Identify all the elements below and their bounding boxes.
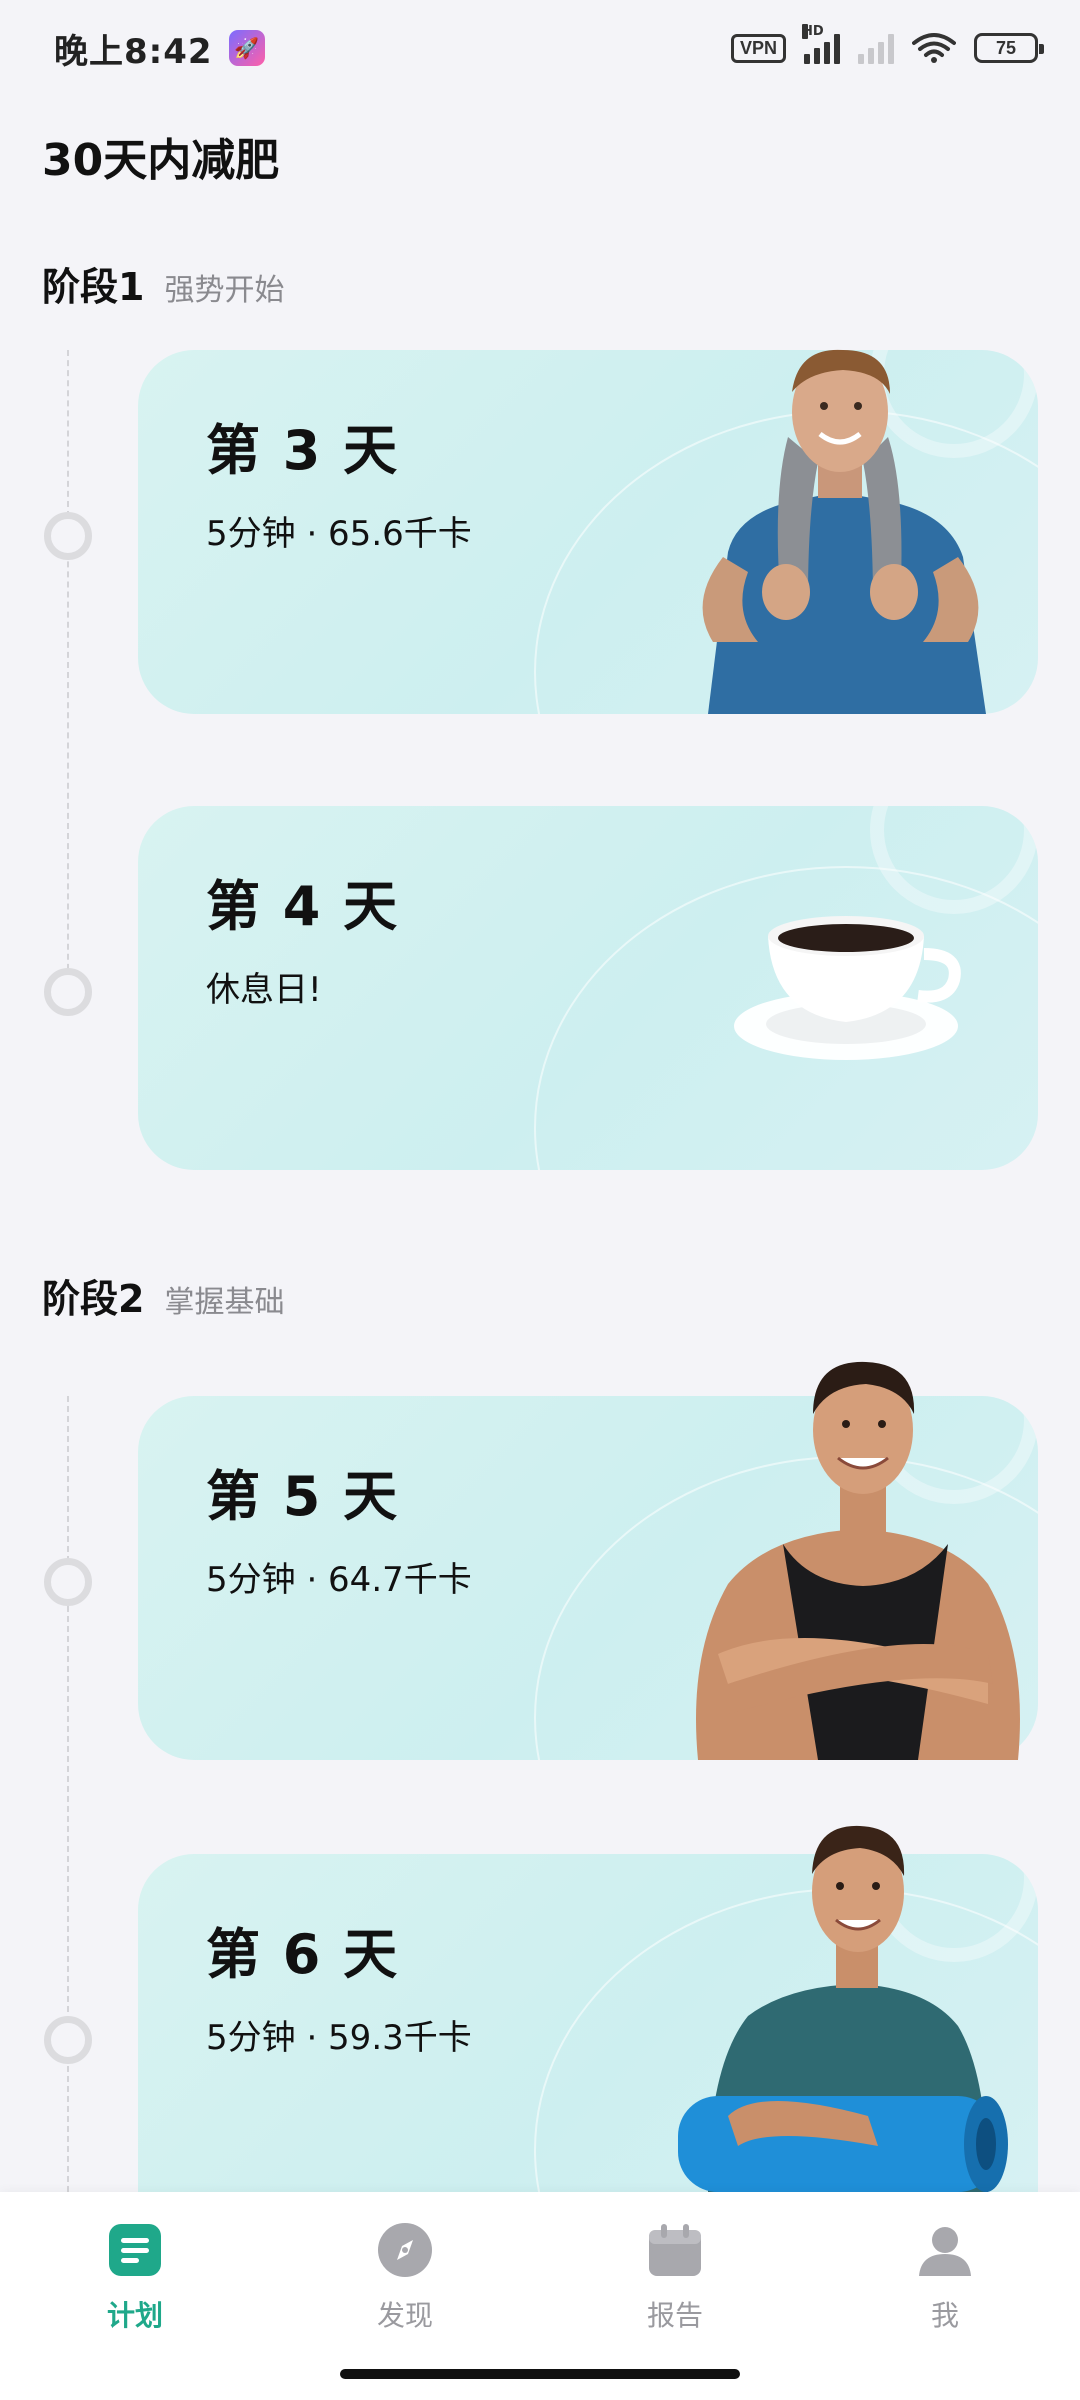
nav-label: 发现	[376, 2299, 433, 2332]
status-time: 晚上8:42	[54, 31, 213, 72]
wifi-icon	[912, 33, 956, 63]
day-title: 第 5 天	[206, 1465, 400, 1528]
day-card-6[interactable]: 第 6 天 5分钟 · 59.3千卡	[138, 1825, 1038, 2192]
nav-tab-plan[interactable]: 计划	[65, 2220, 205, 2334]
nav-label: 计划	[106, 2299, 163, 2332]
day-card-5[interactable]: 第 5 天 5分钟 · 64.7千卡	[138, 1361, 1038, 1760]
nav-tab-me[interactable]: 我	[875, 2220, 1015, 2334]
day-meta: 5分钟 · 65.6千卡	[206, 514, 472, 554]
man-arms-crossed-photo	[696, 1361, 1020, 1760]
coffee-cup-photo	[734, 916, 961, 1060]
nav-tab-report[interactable]: 报告	[605, 2220, 745, 2334]
page-title: 30天内减肥	[42, 135, 280, 186]
plan-icon	[109, 2224, 161, 2276]
timeline-dot	[44, 2016, 92, 2064]
man-with-towel-photo	[702, 349, 986, 714]
nav-tab-discover[interactable]: 发现	[335, 2220, 475, 2334]
battery-icon: 75	[974, 33, 1044, 63]
day-card-3[interactable]: 第 3 天 5分钟 · 65.6千卡	[138, 349, 1038, 714]
stage-subtitle: 强势开始	[164, 273, 285, 308]
timeline-line	[67, 350, 69, 1000]
stage-name: 阶段2	[42, 1277, 145, 1321]
stage-name: 阶段1	[42, 265, 145, 309]
status-left: 晚上8:42 🚀	[54, 24, 265, 73]
home-indicator[interactable]	[340, 2369, 740, 2379]
status-right: VPN HD 75	[730, 24, 1044, 64]
status-bar: 晚上8:42 🚀 VPN HD 75	[0, 0, 1080, 96]
compass-icon	[378, 2223, 432, 2277]
nav-label: 我	[930, 2299, 959, 2332]
rocket-app-icon: 🚀	[228, 30, 265, 66]
man-with-yoga-mat-photo	[678, 1825, 1008, 2192]
vpn-icon: VPN	[730, 33, 786, 63]
stage-subtitle: 掌握基础	[164, 1285, 285, 1320]
day-meta: 5分钟 · 59.3千卡	[206, 2018, 472, 2058]
profile-icon	[919, 2227, 971, 2276]
day-title: 第 6 天	[206, 1923, 400, 1986]
hd-label: HD	[802, 24, 824, 39]
timeline-dot	[44, 1558, 92, 1606]
day-meta: 5分钟 · 64.7千卡	[206, 1560, 472, 1600]
signal-strength-secondary-icon	[858, 32, 894, 64]
timeline-line	[67, 1396, 69, 2192]
battery-level: 75	[995, 37, 1017, 58]
calendar-icon	[649, 2224, 701, 2276]
timeline-dot	[44, 968, 92, 1016]
nav-label: 报告	[646, 2299, 703, 2332]
signal-strength-icon: HD	[802, 24, 840, 64]
stage-2-header: 阶段2 掌握基础	[42, 1268, 284, 1323]
day-meta: 休息日!	[206, 970, 322, 1010]
day-title: 第 3 天	[206, 419, 400, 482]
day-card-4[interactable]: 第 4 天 休息日!	[138, 806, 1038, 1170]
stage-1-header: 阶段1 强势开始	[42, 256, 284, 311]
timeline-dot	[44, 512, 92, 560]
day-title: 第 4 天	[206, 875, 400, 938]
